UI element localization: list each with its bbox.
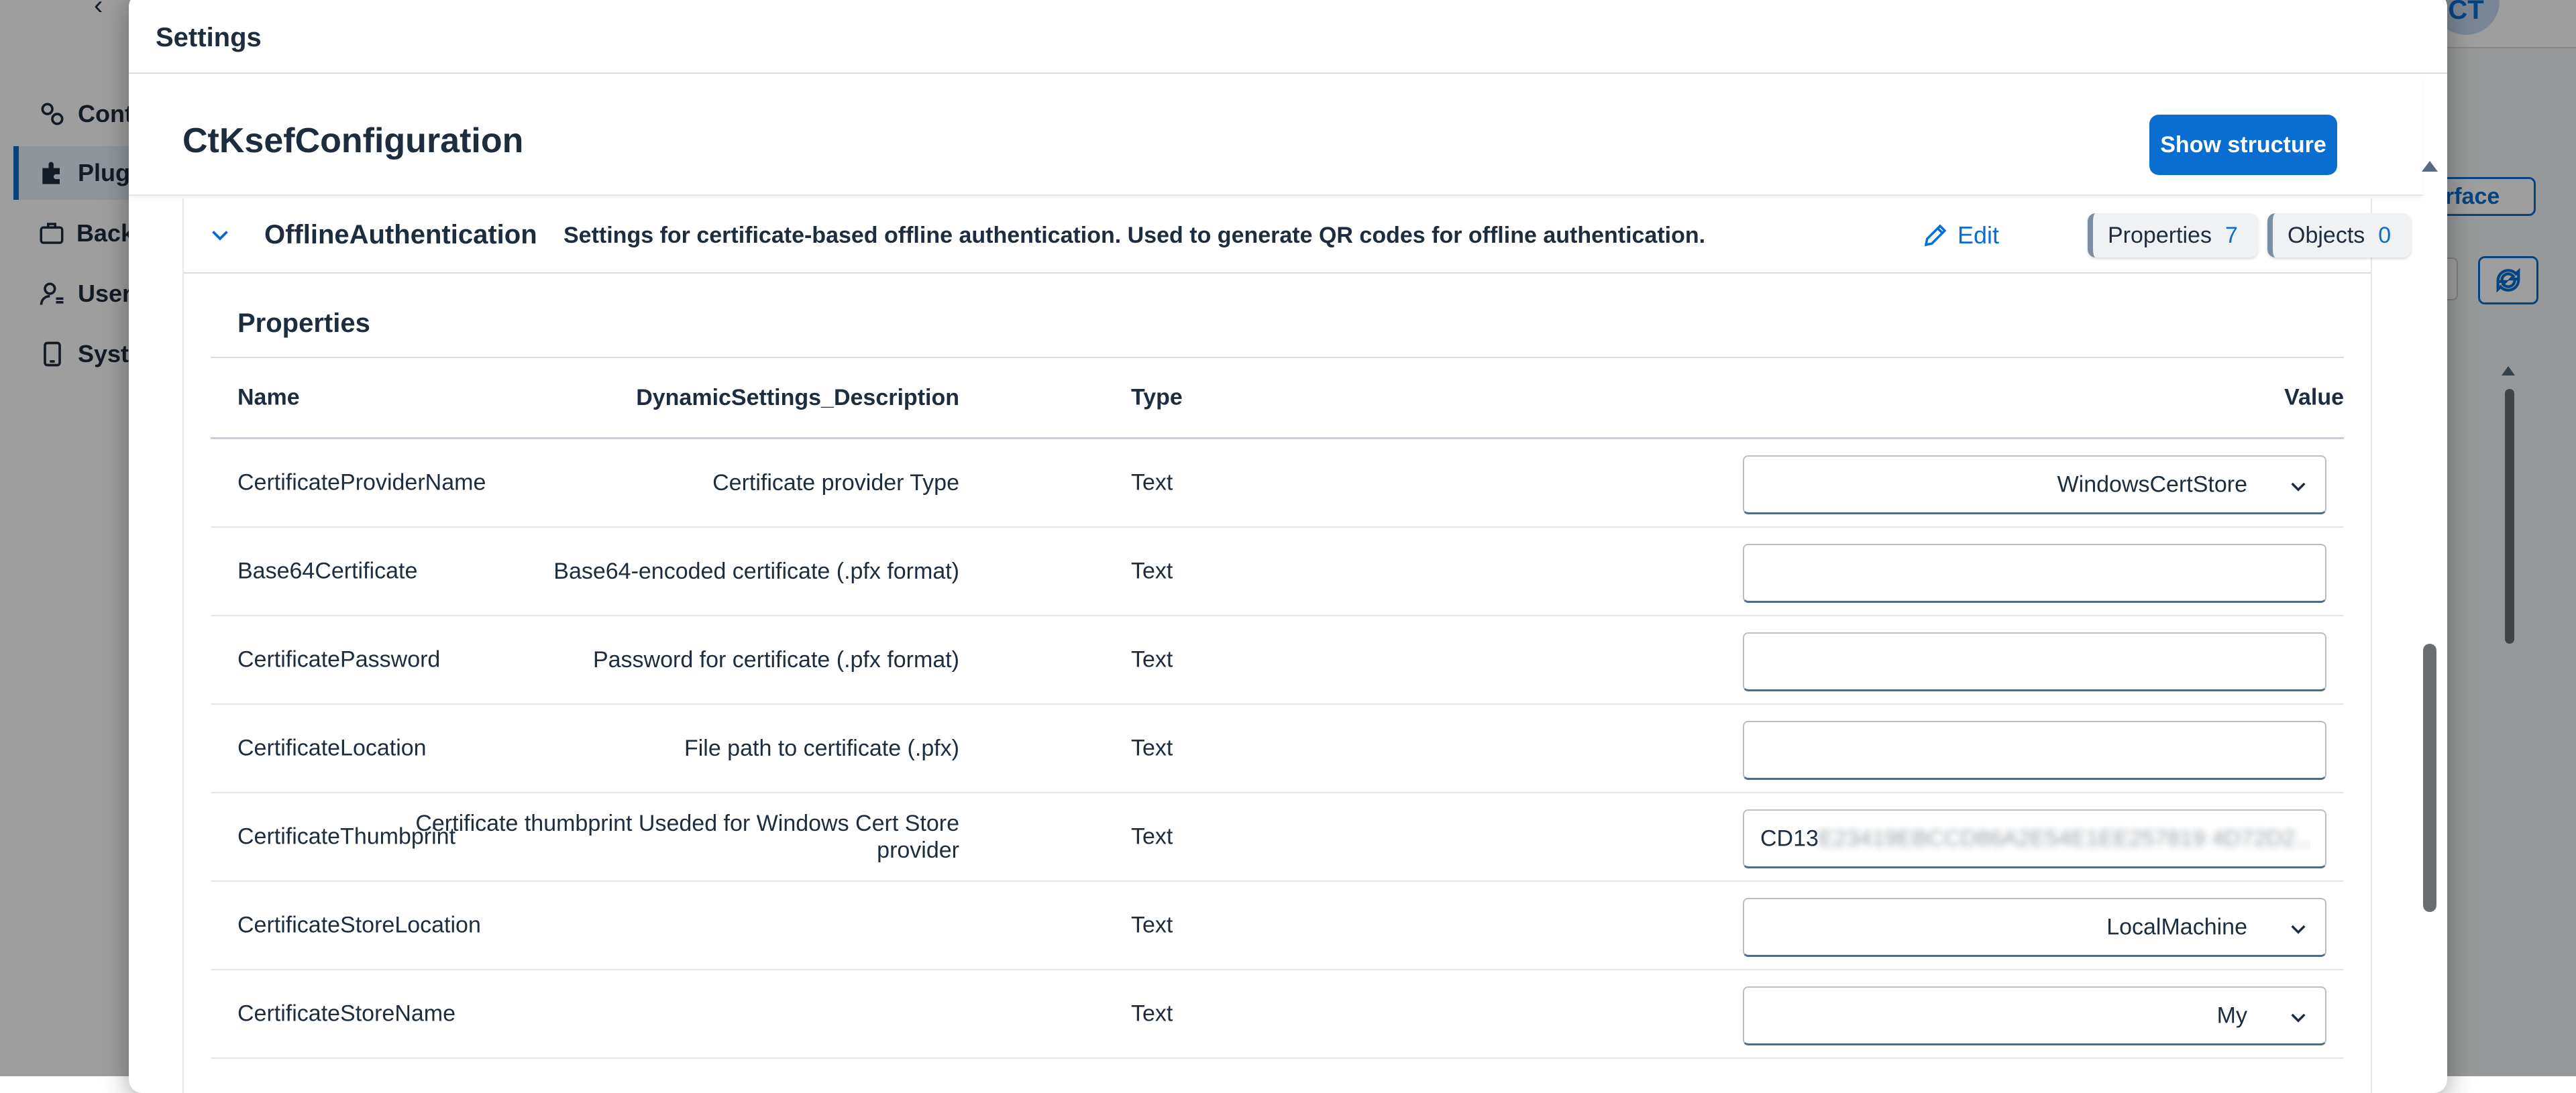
- properties-table: Name DynamicSettings_Description Type Va…: [211, 357, 2344, 1059]
- properties-badge-label: Properties: [2108, 222, 2212, 248]
- objects-badge-count: 0: [2378, 222, 2392, 248]
- column-value[interactable]: Value: [2284, 385, 2344, 411]
- property-type: Text: [1131, 1000, 1173, 1027]
- property-description: Password for certificate (.pfx format): [592, 647, 959, 673]
- table-row: CertificateLocation File path to certifi…: [211, 705, 2344, 793]
- property-type: Text: [1131, 823, 1173, 850]
- property-description: Base64-encoded certificate (.pfx format): [553, 559, 959, 584]
- settings-dialog: Settings CtKsefConfiguration Show struct…: [129, 0, 2447, 1093]
- edit-button[interactable]: Edit: [1921, 219, 1999, 252]
- chevron-down-icon: [2291, 482, 2306, 492]
- property-type: Text: [1131, 558, 1173, 584]
- configuration-title: CtKsefConfiguration: [182, 121, 524, 160]
- property-name: CertificateStoreName: [237, 1000, 456, 1027]
- edit-label: Edit: [1957, 221, 2000, 249]
- configuration-header: CtKsefConfiguration Show structure: [129, 74, 2423, 196]
- property-type: Text: [1131, 646, 1173, 673]
- dialog-body: CtKsefConfiguration Show structure Offli…: [129, 74, 2447, 1093]
- offline-authentication-section: OfflineAuthentication Settings for certi…: [182, 198, 2411, 1093]
- dialog-scroll-up-icon[interactable]: [2422, 161, 2438, 172]
- section-header: OfflineAuthentication Settings for certi…: [184, 198, 2411, 274]
- thumbprint-obscured: E23419EBCCD86A2E54E1EE257819 4D72D2...: [1818, 825, 2310, 851]
- certificate-provider-select[interactable]: WindowsCertStore: [1743, 455, 2326, 514]
- dialog-scrollbar[interactable]: [2423, 644, 2436, 912]
- property-type: Text: [1131, 735, 1173, 761]
- property-description: Certificate provider Type: [712, 470, 959, 496]
- table-row: CertificateStoreName Text My: [211, 970, 2344, 1059]
- property-type: Text: [1131, 469, 1173, 496]
- objects-badge-label: Objects: [2288, 222, 2365, 248]
- section-name: OfflineAuthentication: [264, 220, 537, 249]
- table-row: CertificateStoreLocation Text LocalMachi…: [211, 882, 2344, 970]
- base64-certificate-input[interactable]: [1743, 544, 2326, 603]
- input-value: CD13E23419EBCCD86A2E54E1EE257819 4D72D2.…: [1760, 825, 2310, 852]
- property-type: Text: [1131, 912, 1173, 938]
- pencil-icon: [1924, 224, 1947, 247]
- column-name[interactable]: Name: [237, 385, 300, 411]
- certificate-location-input[interactable]: [1743, 721, 2326, 780]
- table-row: CertificateThumbprint Certificate thumbp…: [211, 793, 2344, 882]
- table-header: Name DynamicSettings_Description Type Va…: [211, 357, 2344, 439]
- objects-count-badge[interactable]: Objects 0: [2267, 213, 2411, 257]
- select-value: WindowsCertStore: [2057, 471, 2247, 497]
- certificate-store-location-select[interactable]: LocalMachine: [1743, 898, 2326, 957]
- chevron-down-icon: [2291, 925, 2306, 934]
- certificate-thumbprint-input[interactable]: CD13E23419EBCCD86A2E54E1EE257819 4D72D2.…: [1743, 809, 2326, 868]
- certificate-store-name-select[interactable]: My: [1743, 986, 2326, 1045]
- property-description: File path to certificate (.pfx): [684, 736, 959, 761]
- column-type[interactable]: Type: [1131, 385, 1183, 411]
- table-row: Base64Certificate Base64-encoded certifi…: [211, 528, 2344, 616]
- properties-count-badge[interactable]: Properties 7: [2088, 213, 2258, 257]
- select-value: My: [2216, 1002, 2247, 1028]
- dialog-title: Settings: [156, 23, 262, 52]
- dialog-header: Settings: [129, 0, 2447, 74]
- show-structure-button[interactable]: Show structure: [2149, 115, 2337, 175]
- certificate-password-input[interactable]: [1743, 632, 2326, 691]
- properties-title: Properties: [237, 308, 370, 338]
- thumbprint-visible: CD13: [1760, 825, 1819, 851]
- property-description: Certificate thumbprint Useded for Window…: [415, 811, 959, 863]
- column-description[interactable]: DynamicSettings_Description: [356, 384, 959, 411]
- section-description: Settings for certificate-based offline a…: [564, 223, 1706, 248]
- table-row: CertificatePassword Password for certifi…: [211, 616, 2344, 705]
- select-value: LocalMachine: [2106, 914, 2247, 939]
- table-row: CertificateProviderName Certificate prov…: [211, 439, 2344, 528]
- chevron-down-icon: [2291, 1013, 2306, 1023]
- properties-badge-count: 7: [2224, 222, 2238, 248]
- chevron-down-icon[interactable]: [208, 223, 232, 247]
- property-name: CertificateStoreLocation: [237, 912, 481, 938]
